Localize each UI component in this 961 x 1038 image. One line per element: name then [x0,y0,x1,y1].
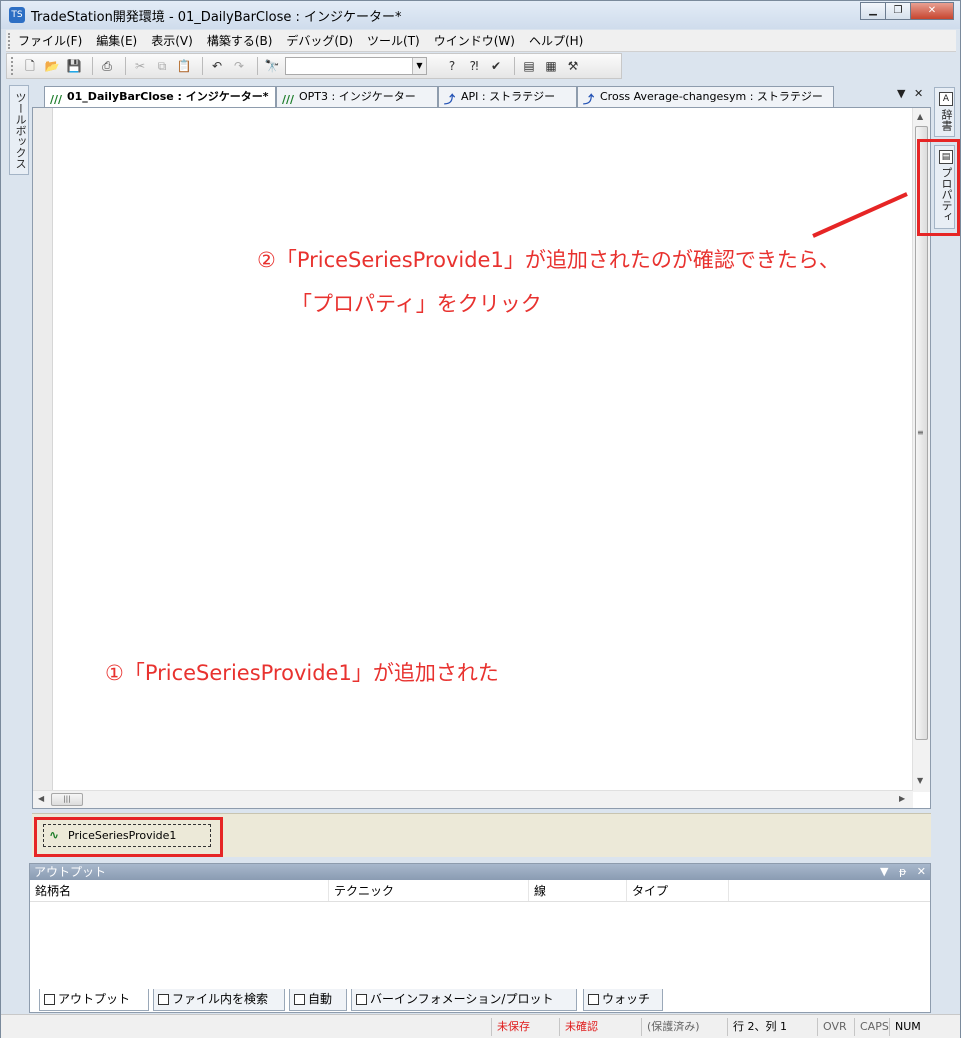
tab-watch-label: ウォッチ [602,992,651,1006]
tab-bar-info-label: バーインフォメーション/プロット [370,992,554,1006]
watch-tab-icon [588,994,599,1005]
tab-auto[interactable]: 自動 [289,989,347,1011]
column-technique[interactable]: テクニック [329,880,529,901]
output-panel-controls: ▼ ᵽ ✕ [873,864,926,880]
tab-auto-label: 自動 [308,992,333,1006]
tab-bar-information-plot[interactable]: バーインフォメーション/プロット [351,989,577,1011]
status-cursor-position: 行 2、列 1 [727,1018,815,1036]
column-type[interactable]: タイプ [627,880,729,901]
pin-icon[interactable]: ᵽ [899,865,906,878]
app-window: TS TradeStation開発環境 - 01_DailyBarClose :… [0,0,961,1038]
tab-find-in-files[interactable]: ファイル内を検索 [153,989,285,1011]
highlight-box-properties [917,139,960,236]
annotation-pointer-line [812,192,908,238]
status-caps: CAPS [854,1018,889,1036]
status-ovr: OVR [817,1018,853,1036]
output-menu-icon[interactable]: ▼ [880,865,888,878]
column-line[interactable]: 線 [529,880,627,901]
status-num: NUM [889,1018,937,1036]
tab-watch[interactable]: ウォッチ [583,989,663,1011]
output-title: アウトプット [34,865,107,879]
status-unsaved: 未保存 [491,1018,557,1036]
search-icon [158,994,169,1005]
column-symbol[interactable]: 銘柄名 [30,880,329,901]
output-tab-strip: アウトプット ファイル内を検索 自動 バーインフォメーション/プロット ウォッチ [35,989,925,1011]
status-bar: 未保存 未確認 (保護済み) 行 2、列 1 OVR CAPS NUM [1,1014,960,1038]
output-title-bar: アウトプット ▼ ᵽ ✕ [30,864,930,880]
status-unverified: 未確認 [559,1018,639,1036]
status-protected: (保護済み) [641,1018,725,1036]
tab-output-label: アウトプット [58,992,131,1006]
tab-find-label: ファイル内を検索 [172,992,269,1006]
highlight-box-component [34,817,223,857]
output-tab-icon [44,994,55,1005]
bar-info-tab-icon [356,994,367,1005]
tab-output[interactable]: アウトプット [39,989,149,1011]
auto-tab-icon [294,994,305,1005]
output-column-headers: 銘柄名 テクニック 線 タイプ [30,880,930,902]
output-close-icon[interactable]: ✕ [917,865,926,878]
